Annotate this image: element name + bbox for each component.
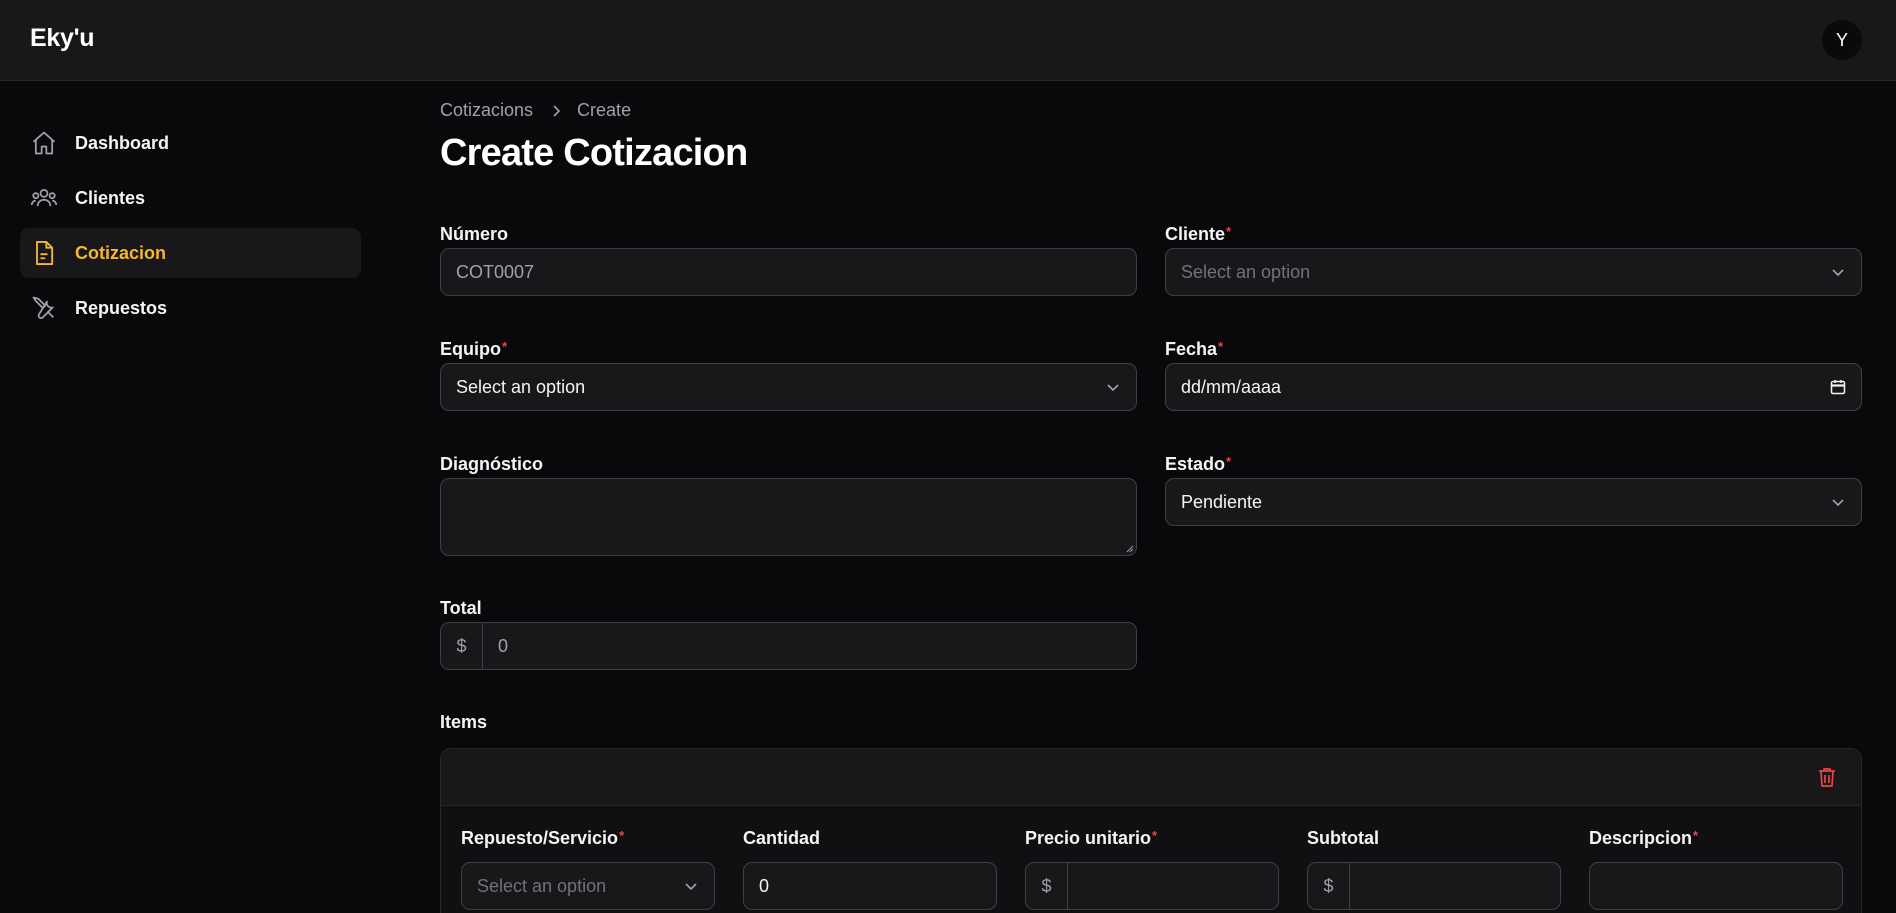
total-value: 0 <box>498 635 509 656</box>
repuesto-label: Repuesto/Servicio* <box>461 828 625 848</box>
home-icon <box>30 129 58 157</box>
tools-icon <box>30 294 58 322</box>
fecha-input[interactable]: dd/mm/aaaa <box>1165 363 1862 411</box>
breadcrumb-current: Create <box>577 100 632 120</box>
numero-value: COT0007 <box>456 261 535 282</box>
descripcion-textarea[interactable] <box>1589 862 1843 910</box>
sidebar-item-repuestos[interactable]: Repuestos <box>20 283 361 333</box>
repuesto-select[interactable]: Select an option <box>461 862 715 910</box>
resize-grip-icon[interactable] <box>1124 543 1134 553</box>
sidebar-item-label: Cotizacion <box>75 242 167 263</box>
required-marker: * <box>1693 828 1699 843</box>
required-marker: * <box>1152 828 1158 843</box>
precio-field: Precio unitario* $ <box>1025 828 1279 910</box>
currency-prefix: $ <box>441 623 483 669</box>
precio-input[interactable]: $ <box>1025 862 1279 910</box>
cliente-label: Cliente* <box>1165 224 1232 244</box>
total-input[interactable]: $ 0 <box>440 622 1137 670</box>
precio-label: Precio unitario* <box>1025 828 1158 848</box>
cantidad-label: Cantidad <box>743 828 821 848</box>
breadcrumb-link-cotizacions[interactable]: Cotizacions <box>440 100 533 121</box>
total-label: Total <box>440 598 482 618</box>
required-marker: * <box>619 828 625 843</box>
brand-logo[interactable]: Eky'u <box>30 24 95 53</box>
cliente-select[interactable]: Select an option <box>1165 248 1862 296</box>
diagnostico-field: Diagnóstico <box>440 454 1137 556</box>
chevron-down-icon <box>1832 499 1844 507</box>
chevron-down-icon <box>1832 269 1844 277</box>
estado-value: Pendiente <box>1181 491 1263 512</box>
estado-label: Estado* <box>1165 454 1232 474</box>
required-marker: * <box>502 339 508 354</box>
sidebar: Dashboard Clientes Cotizacion Repuestos <box>20 118 361 338</box>
diagnostico-label: Diagnóstico <box>440 454 544 474</box>
chevron-right-icon <box>551 104 563 118</box>
page-title: Create Cotizacion <box>440 132 748 174</box>
sidebar-item-dashboard[interactable]: Dashboard <box>20 118 361 168</box>
cliente-field: Cliente* Select an option <box>1165 224 1862 296</box>
items-card-header <box>441 749 1861 806</box>
chevron-down-icon <box>685 883 697 891</box>
equipo-select[interactable]: Select an option <box>440 363 1137 411</box>
user-avatar[interactable]: Y <box>1822 20 1862 60</box>
items-card: Repuesto/Servicio* Select an option Cant… <box>440 748 1862 913</box>
numero-field: Número COT0007 <box>440 224 1137 296</box>
descripcion-field: Descripcion* <box>1589 828 1843 910</box>
cantidad-value: 0 <box>759 875 770 896</box>
required-marker: * <box>1218 339 1224 354</box>
breadcrumb: Cotizacions Create <box>440 100 631 121</box>
total-field: Total $ 0 <box>440 598 1137 670</box>
fecha-field: Fecha* dd/mm/aaaa <box>1165 339 1862 411</box>
equipo-field: Equipo* Select an option <box>440 339 1137 411</box>
sidebar-item-clientes[interactable]: Clientes <box>20 173 361 223</box>
sidebar-item-label: Dashboard <box>75 132 170 153</box>
fecha-placeholder: dd/mm/aaaa <box>1181 376 1282 397</box>
required-marker: * <box>1226 454 1232 469</box>
descripcion-label: Descripcion* <box>1589 828 1699 848</box>
cliente-placeholder: Select an option <box>1181 261 1311 282</box>
chevron-down-icon <box>1107 384 1119 392</box>
sidebar-item-label: Clientes <box>75 187 146 208</box>
repuesto-field: Repuesto/Servicio* Select an option <box>461 828 715 910</box>
estado-select[interactable]: Pendiente <box>1165 478 1862 526</box>
required-marker: * <box>1226 224 1232 239</box>
currency-prefix: $ <box>1308 863 1350 909</box>
users-icon <box>30 184 58 212</box>
repuesto-placeholder: Select an option <box>477 875 607 896</box>
sidebar-item-cotizacion[interactable]: Cotizacion <box>20 228 361 278</box>
fecha-label: Fecha* <box>1165 339 1224 359</box>
items-label: Items <box>440 712 488 732</box>
sidebar-item-label: Repuestos <box>75 297 168 318</box>
equipo-placeholder: Select an option <box>456 376 586 397</box>
currency-prefix: $ <box>1026 863 1068 909</box>
estado-field: Estado* Pendiente <box>1165 454 1862 526</box>
top-bar: Eky'u Y <box>0 0 1896 81</box>
calendar-icon[interactable] <box>1829 378 1847 396</box>
cantidad-field: Cantidad 0 <box>743 828 997 910</box>
subtotal-field: Subtotal $ <box>1307 828 1561 910</box>
numero-label: Número <box>440 224 509 244</box>
trash-icon[interactable] <box>1815 765 1839 789</box>
document-icon <box>30 239 58 267</box>
numero-input[interactable]: COT0007 <box>440 248 1137 296</box>
subtotal-label: Subtotal <box>1307 828 1379 848</box>
equipo-label: Equipo* <box>440 339 508 359</box>
diagnostico-textarea[interactable] <box>440 478 1137 556</box>
subtotal-input[interactable]: $ <box>1307 862 1561 910</box>
cantidad-input[interactable]: 0 <box>743 862 997 910</box>
